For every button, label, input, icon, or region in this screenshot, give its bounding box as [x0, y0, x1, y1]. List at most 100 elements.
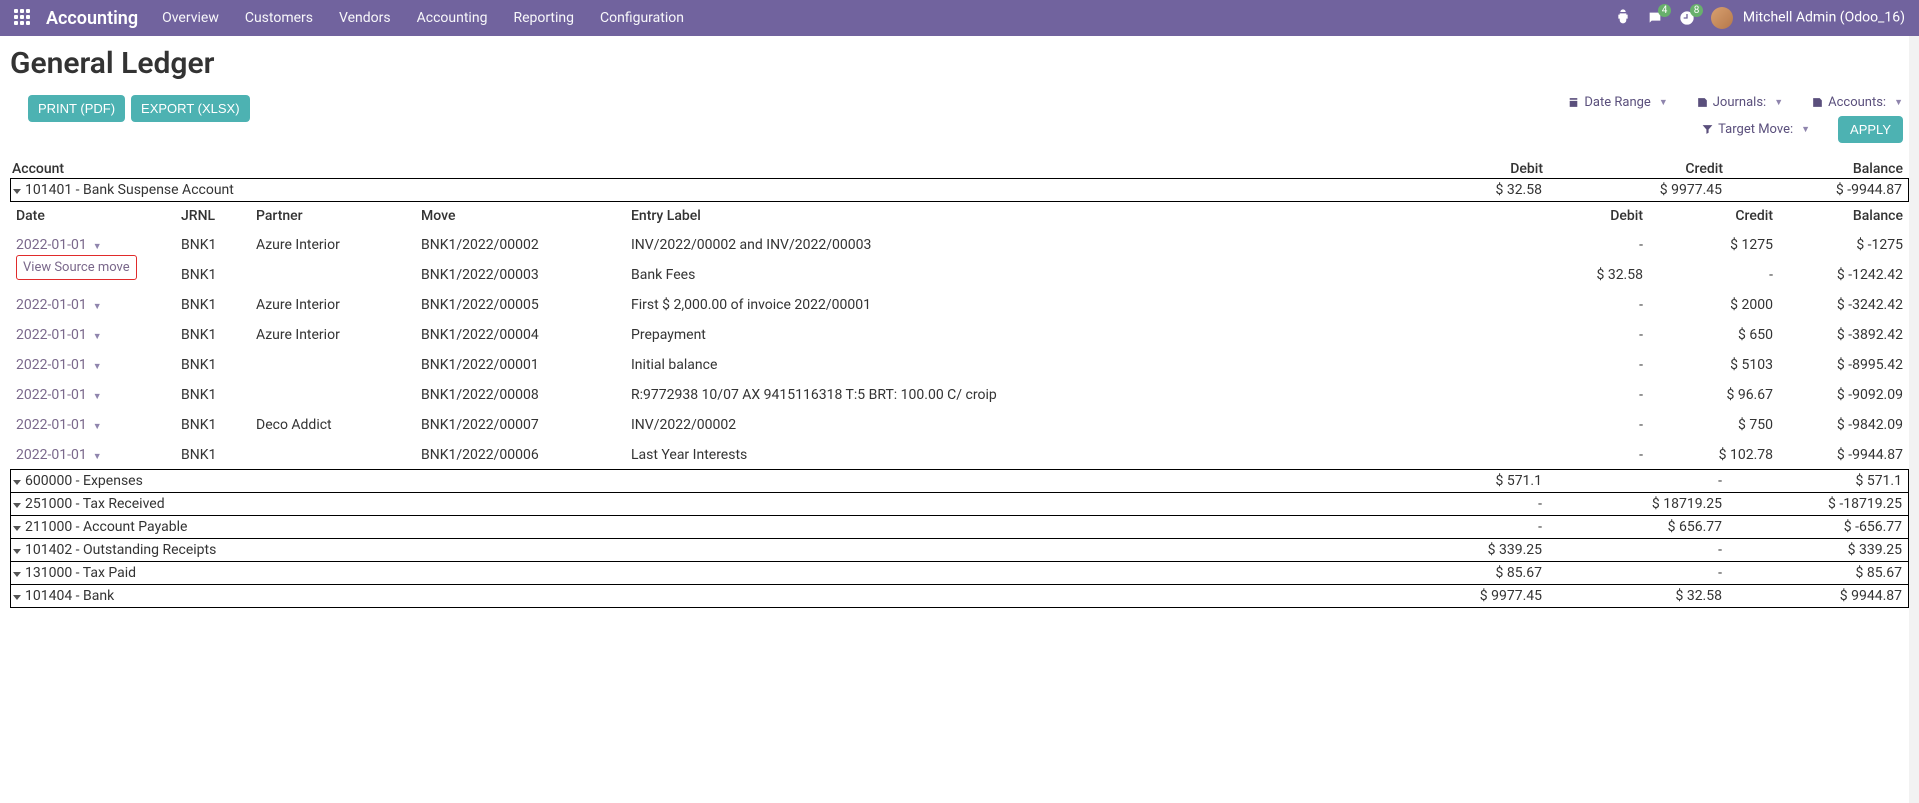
balance-cell: $ -9944.87: [1773, 447, 1903, 463]
balance-cell: $ -1275: [1773, 237, 1903, 253]
jrnl-cell: BNK1: [181, 387, 256, 403]
debit-cell: $ 85.67: [1362, 565, 1542, 581]
move-cell: BNK1/2022/00007: [421, 417, 631, 433]
filter-date-range[interactable]: Date Range▼: [1567, 95, 1667, 110]
balance-cell: $ -3242.42: [1773, 297, 1903, 313]
balance-cell: $ -9842.09: [1773, 417, 1903, 433]
filters: Date Range▼ Journals:▼ Accounts:▼ Target…: [1567, 95, 1909, 143]
col-line-credit: Credit: [1643, 208, 1773, 224]
entry-cell: Initial balance: [631, 357, 1513, 373]
filter-journals[interactable]: Journals:▼: [1696, 95, 1783, 110]
debit-cell: -: [1513, 357, 1643, 373]
caret-down-icon: [13, 189, 21, 194]
credit-cell: $ 5103: [1643, 357, 1773, 373]
move-cell: BNK1/2022/00008: [421, 387, 631, 403]
account-row-collapsed[interactable]: 251000 - Tax Received-$ 18719.25$ -18719…: [10, 492, 1909, 516]
avatar: [1711, 7, 1733, 29]
move-cell: BNK1/2022/00001: [421, 357, 631, 373]
balance-cell: $ -656.77: [1722, 519, 1902, 535]
main-menu: Overview Customers Vendors Accounting Re…: [162, 10, 1615, 26]
jrnl-cell: BNK1: [181, 297, 256, 313]
ledger-line: BNK1BNK1/2022/00003Bank Fees$ 32.58-$ -1…: [10, 260, 1909, 290]
nav-right: 4 8 Mitchell Admin (Odoo_16): [1615, 7, 1905, 29]
date-link[interactable]: 2022-01-01: [16, 357, 87, 373]
date-link[interactable]: 2022-01-01: [16, 327, 87, 343]
caret-down-icon: ▼: [93, 332, 102, 342]
account-row-collapsed[interactable]: 101404 - Bank$ 9977.45$ 32.58$ 9944.87: [10, 584, 1909, 608]
credit-cell: $ 18719.25: [1542, 496, 1722, 512]
partner-cell: [256, 267, 421, 283]
menu-vendors[interactable]: Vendors: [339, 10, 391, 26]
messages-badge: 4: [1658, 4, 1672, 17]
view-source-move-link[interactable]: View Source move: [16, 255, 137, 280]
col-line-balance: Balance: [1773, 208, 1903, 224]
debit-cell: -: [1513, 447, 1643, 463]
caret-down-icon: [13, 572, 21, 577]
ledger-line: 2022-01-01▼BNK1BNK1/2022/00001Initial ba…: [10, 350, 1909, 380]
col-account: Account: [12, 161, 1363, 177]
date-link[interactable]: 2022-01-01: [16, 297, 87, 313]
date-link[interactable]: 2022-01-01: [16, 237, 87, 253]
debit-cell: -: [1513, 417, 1643, 433]
credit-cell: $ 32.58: [1542, 588, 1722, 604]
credit-cell: $ 2000: [1643, 297, 1773, 313]
filter-target-move[interactable]: Target Move:▼: [1701, 122, 1810, 137]
col-debit: Debit: [1363, 161, 1543, 177]
balance-cell: $ -18719.25: [1722, 496, 1902, 512]
balance-cell: $ 571.1: [1722, 473, 1902, 489]
ledger-line: 2022-01-01▼BNK1Azure InteriorBNK1/2022/0…: [10, 290, 1909, 320]
debit-cell: $ 339.25: [1362, 542, 1542, 558]
debit-cell: -: [1362, 496, 1542, 512]
date-link[interactable]: 2022-01-01: [16, 387, 87, 403]
user-menu[interactable]: Mitchell Admin (Odoo_16): [1711, 7, 1905, 29]
caret-down-icon: [13, 595, 21, 600]
debug-icon[interactable]: [1615, 8, 1631, 28]
ledger-line: 2022-01-01▼BNK1Deco AddictBNK1/2022/0000…: [10, 410, 1909, 440]
move-cell: BNK1/2022/00004: [421, 327, 631, 343]
messages-icon[interactable]: 4: [1647, 10, 1663, 26]
balance-cell: $ 339.25: [1722, 542, 1902, 558]
balance-cell: $ -1242.42: [1773, 267, 1903, 283]
apps-icon[interactable]: [14, 9, 32, 27]
jrnl-cell: BNK1: [181, 267, 256, 283]
date-link[interactable]: 2022-01-01: [16, 447, 87, 463]
col-line-debit: Debit: [1513, 208, 1643, 224]
account-row-collapsed[interactable]: 131000 - Tax Paid$ 85.67-$ 85.67: [10, 561, 1909, 585]
col-jrnl: JRNL: [181, 208, 256, 224]
account-row-expanded[interactable]: 101401 - Bank Suspense Account $ 32.58 $…: [10, 178, 1909, 202]
menu-configuration[interactable]: Configuration: [600, 10, 684, 26]
entry-cell: Bank Fees: [631, 267, 1513, 283]
caret-down-icon: ▼: [1659, 97, 1668, 108]
app-name[interactable]: Accounting: [46, 8, 138, 29]
apply-button[interactable]: APPLY: [1838, 116, 1903, 143]
caret-down-icon: ▼: [93, 392, 102, 402]
balance-cell: $ 9944.87: [1722, 588, 1902, 604]
activities-icon[interactable]: 8: [1679, 10, 1695, 26]
menu-customers[interactable]: Customers: [245, 10, 313, 26]
entry-cell: First $ 2,000.00 of invoice 2022/00001: [631, 297, 1513, 313]
caret-down-icon: [13, 526, 21, 531]
credit-cell: $ 1275: [1643, 237, 1773, 253]
jrnl-cell: BNK1: [181, 237, 256, 253]
account-row-collapsed[interactable]: 101402 - Outstanding Receipts$ 339.25-$ …: [10, 538, 1909, 562]
date-link[interactable]: 2022-01-01: [16, 417, 87, 433]
caret-down-icon: ▼: [93, 452, 102, 462]
closed-accounts: 600000 - Expenses$ 571.1-$ 571.1251000 -…: [10, 469, 1909, 608]
credit-cell: $ 96.67: [1643, 387, 1773, 403]
menu-accounting[interactable]: Accounting: [417, 10, 488, 26]
filter-accounts[interactable]: Accounts:▼: [1811, 95, 1903, 110]
partner-cell: [256, 387, 421, 403]
move-cell: BNK1/2022/00005: [421, 297, 631, 313]
print-pdf-button[interactable]: PRINT (PDF): [28, 95, 125, 122]
account-row-collapsed[interactable]: 600000 - Expenses$ 571.1-$ 571.1: [10, 469, 1909, 493]
export-xlsx-button[interactable]: EXPORT (XLSX): [131, 95, 250, 122]
caret-down-icon: ▼: [93, 302, 102, 312]
menu-overview[interactable]: Overview: [162, 10, 219, 26]
account-row-collapsed[interactable]: 211000 - Account Payable-$ 656.77$ -656.…: [10, 515, 1909, 539]
debit-cell: $ 571.1: [1362, 473, 1542, 489]
menu-reporting[interactable]: Reporting: [513, 10, 574, 26]
caret-down-icon: ▼: [93, 422, 102, 432]
partner-cell: [256, 447, 421, 463]
debit-cell: -: [1513, 387, 1643, 403]
ledger-line: 2022-01-01▼BNK1BNK1/2022/00008R:9772938 …: [10, 380, 1909, 410]
